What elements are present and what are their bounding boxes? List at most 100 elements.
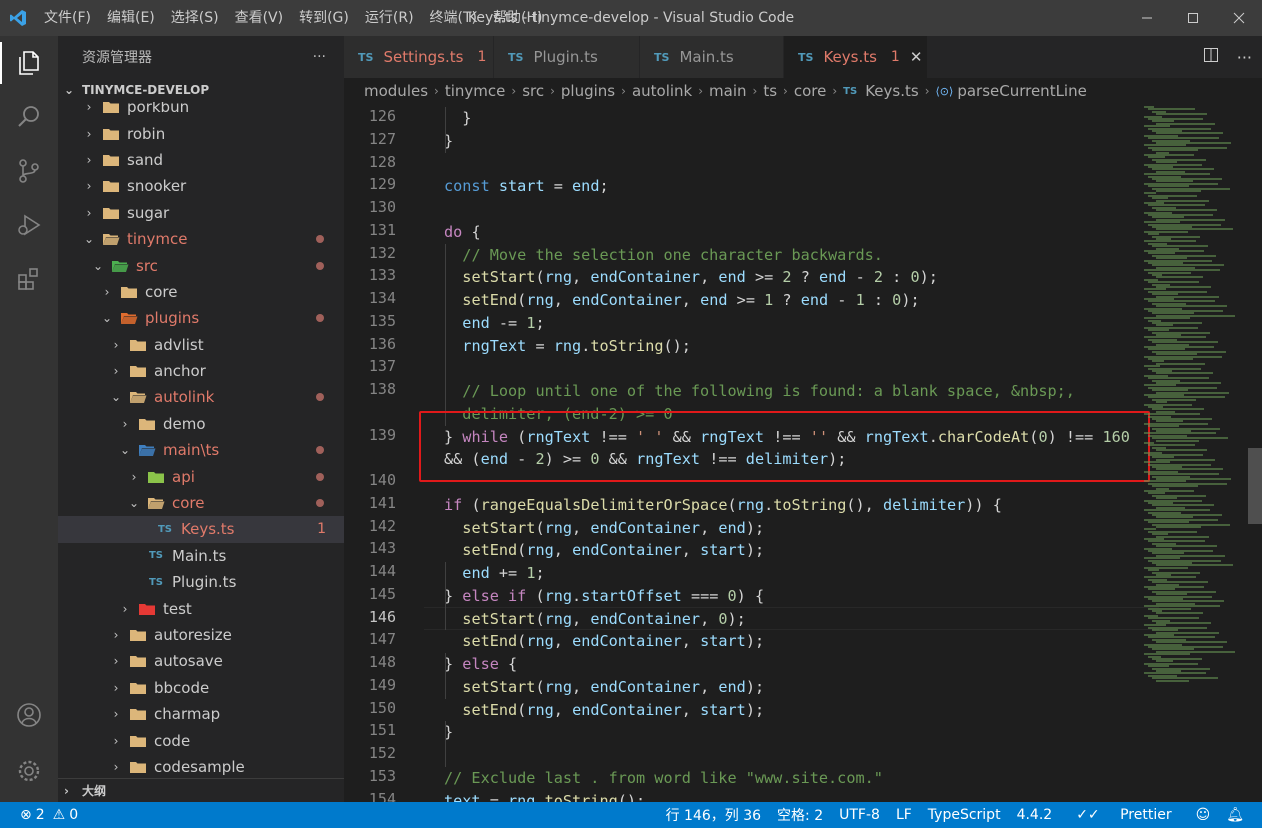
workspace-root[interactable]: ⌄ TINYMCE-DEVELOP xyxy=(58,78,344,102)
code-editor[interactable]: 126 127 128 129 130 131 132 133 134 135 136 137 138 1… xyxy=(344,104,1262,802)
folder-item[interactable]: ⌄ src xyxy=(58,252,344,278)
extensions-icon[interactable] xyxy=(0,252,58,306)
account-icon[interactable] xyxy=(0,688,58,742)
code-token: setEnd xyxy=(462,700,518,719)
folder-item[interactable]: ⌄ main\ts xyxy=(58,437,344,463)
folder-item[interactable]: › core xyxy=(58,279,344,305)
code-token: else xyxy=(462,655,499,673)
code-line: if (rangeEqualsDelimiterOrSpace(rng.toSt… xyxy=(444,494,1002,517)
typescript-version[interactable]: 4.4.2 xyxy=(1009,807,1061,823)
typescript-file-icon: TS xyxy=(654,50,670,64)
folder-item[interactable]: › sand xyxy=(58,147,344,173)
code-token: do xyxy=(444,222,463,241)
code-area[interactable]: }} const start = end; do {// Move the sele… xyxy=(444,104,1164,802)
run-debug-icon[interactable] xyxy=(0,198,58,252)
tree-item-label: Main.ts xyxy=(172,546,227,565)
folder-item[interactable]: ⌄ core xyxy=(58,490,344,516)
scrollbar-thumb[interactable] xyxy=(1248,448,1262,524)
menu-item[interactable]: 运行(R) xyxy=(357,0,422,36)
outline-section[interactable]: › 大纲 xyxy=(58,778,344,802)
encoding[interactable]: UTF-8 xyxy=(831,807,888,823)
breadcrumb-item[interactable]: core xyxy=(794,82,827,100)
language-mode[interactable]: TypeScript xyxy=(920,807,1009,823)
breadcrumb-item[interactable]: plugins xyxy=(561,82,615,100)
folder-item[interactable]: › anchor xyxy=(58,358,344,384)
folder-item[interactable]: ⌄ tinymce xyxy=(58,226,344,252)
code-token: endContainer xyxy=(572,632,682,651)
code-token: , xyxy=(553,632,573,651)
tab-keys-ts[interactable]: TS Keys.ts 1 ✕ xyxy=(784,36,928,78)
tree-item-label: core xyxy=(145,282,178,301)
folder-item[interactable]: › autosave xyxy=(58,648,344,674)
menu-item[interactable]: 转到(G) xyxy=(291,0,357,36)
breadcrumb-item[interactable]: parseCurrentLine xyxy=(957,82,1087,100)
code-line: setEnd(rng, endContainer, start); xyxy=(462,699,764,722)
line-number: 128 xyxy=(368,152,396,171)
chevron-right-icon: › xyxy=(783,84,788,98)
search-icon[interactable] xyxy=(0,90,58,144)
menu-item[interactable]: 选择(S) xyxy=(163,0,227,36)
minimize-icon[interactable] xyxy=(1124,0,1170,36)
tab-settings-ts[interactable]: TS Settings.ts 1 xyxy=(344,36,494,78)
menu-item[interactable]: 文件(F) xyxy=(36,0,99,36)
close-window-icon[interactable] xyxy=(1216,0,1262,36)
split-editor-icon[interactable] xyxy=(1203,47,1219,67)
folder-item[interactable]: ⌄ autolink xyxy=(58,384,344,410)
breadcrumb-item[interactable]: src xyxy=(522,82,544,100)
folder-item[interactable]: › api xyxy=(58,463,344,489)
more-actions-icon[interactable]: ··· xyxy=(1237,48,1252,67)
code-token: 0 xyxy=(718,609,728,628)
code-token: = xyxy=(544,177,573,196)
more-actions-button[interactable]: ··· xyxy=(313,49,326,65)
close-icon[interactable]: ✕ xyxy=(910,48,923,66)
breadcrumb-item[interactable]: Keys.ts xyxy=(865,82,918,100)
breadcrumb-item[interactable]: autolink xyxy=(632,82,692,100)
menu-item[interactable]: 帮助(H) xyxy=(485,0,550,36)
code-token: , xyxy=(700,518,719,537)
gear-icon[interactable] xyxy=(0,744,58,798)
code-token: rngText xyxy=(526,427,591,446)
folder-item[interactable]: › code xyxy=(58,727,344,753)
folder-item[interactable]: › codesample xyxy=(58,754,344,778)
chevron-right-icon: › xyxy=(113,733,119,748)
code-token: 2 xyxy=(873,268,884,287)
explorer-icon[interactable] xyxy=(0,36,58,90)
folder-item[interactable]: › porkbun xyxy=(58,102,344,120)
folder-item[interactable]: › demo xyxy=(58,411,344,437)
source-control-icon[interactable] xyxy=(0,144,58,198)
breadcrumb-item[interactable]: ts xyxy=(763,82,777,100)
menu-item[interactable]: 查看(V) xyxy=(227,0,292,36)
problems-indicator[interactable]: ⊗ 2 ⚠ 0 xyxy=(0,807,78,823)
tab-main-ts[interactable]: TS Main.ts xyxy=(640,36,784,78)
menu-item[interactable]: 编辑(E) xyxy=(99,0,163,36)
feedback-icon[interactable]: ☺ xyxy=(1188,807,1219,823)
breadcrumb-item[interactable]: main xyxy=(709,82,746,100)
prettier-status[interactable]: ✓✓ Prettier xyxy=(1060,807,1187,823)
vertical-scrollbar[interactable] xyxy=(1246,104,1262,802)
file-item[interactable]: TS Main.ts xyxy=(58,543,344,569)
minimap[interactable] xyxy=(1144,104,1246,802)
breadcrumb-item[interactable]: tinymce xyxy=(445,82,506,100)
breadcrumb-item[interactable]: modules xyxy=(364,82,428,100)
minimap-line xyxy=(1156,526,1201,528)
cursor-position[interactable]: 行 146，列 36 xyxy=(658,805,769,825)
folder-item[interactable]: › advlist xyxy=(58,332,344,358)
file-item[interactable]: TS Plugin.ts xyxy=(58,569,344,595)
folder-item[interactable]: › test xyxy=(58,595,344,621)
bell-icon[interactable]: 🔔︎ xyxy=(1218,807,1252,823)
folder-item[interactable]: › robin xyxy=(58,120,344,146)
end-of-line[interactable]: LF xyxy=(888,807,920,823)
menu-item[interactable]: 终端(T) xyxy=(422,0,485,36)
folder-item[interactable]: › snooker xyxy=(58,173,344,199)
maximize-icon[interactable] xyxy=(1170,0,1216,36)
file-item[interactable]: TS Keys.ts 1 xyxy=(58,516,344,543)
indentation[interactable]: 空格: 2 xyxy=(769,805,831,825)
code-token: 0 xyxy=(1038,427,1048,446)
tab-plugin-ts[interactable]: TS Plugin.ts xyxy=(494,36,640,78)
folder-item[interactable]: › charmap xyxy=(58,701,344,727)
folder-item[interactable]: › bbcode xyxy=(58,675,344,701)
folder-item[interactable]: › sugar xyxy=(58,200,344,226)
folder-item[interactable]: › autoresize xyxy=(58,622,344,648)
code-token: . xyxy=(581,336,591,355)
folder-item[interactable]: ⌄ plugins xyxy=(58,305,344,331)
